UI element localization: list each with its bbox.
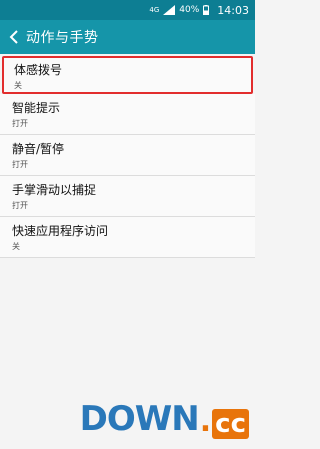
page-title: 动作与手势 [26, 30, 99, 46]
list-item-motion-dial[interactable]: 体感拨号 关 [2, 56, 253, 94]
action-bar: 动作与手势 [0, 20, 255, 54]
watermark-suffix: cc [212, 409, 249, 439]
signal-icon [163, 5, 176, 15]
item-status: 打开 [12, 119, 28, 128]
battery-icon [203, 5, 210, 15]
item-status: 打开 [12, 201, 28, 210]
item-title: 体感拨号 [14, 63, 63, 77]
status-bar: 4G 40% 14:03 [0, 0, 255, 20]
back-arrow-icon[interactable] [8, 29, 20, 45]
item-title: 手掌滑动以捕捉 [12, 183, 97, 197]
list-item-quick-app-access[interactable]: 快速应用程序访问 关 [0, 217, 255, 258]
list-item-mute-pause[interactable]: 静音/暂停 打开 [0, 135, 255, 176]
network-indicator: 4G [149, 5, 160, 14]
list-item-smart-alert[interactable]: 智能提示 打开 [0, 94, 255, 135]
item-title: 智能提示 [12, 101, 61, 115]
item-status: 关 [14, 81, 22, 90]
item-title: 快速应用程序访问 [12, 224, 109, 238]
item-status: 打开 [12, 160, 28, 169]
clock: 14:03 [217, 3, 249, 17]
watermark-main-text: DOWN [79, 399, 200, 439]
settings-list: 体感拨号 关 智能提示 打开 静音/暂停 打开 手掌滑动以捕捉 打开 快速应用程… [0, 54, 255, 258]
watermark-logo: DOWN . cc [80, 399, 249, 439]
battery-percent: 40% [179, 5, 200, 15]
item-title: 静音/暂停 [12, 142, 65, 156]
item-status: 关 [12, 242, 20, 251]
watermark-dot: . [199, 404, 212, 439]
list-item-palm-swipe-capture[interactable]: 手掌滑动以捕捉 打开 [0, 176, 255, 217]
